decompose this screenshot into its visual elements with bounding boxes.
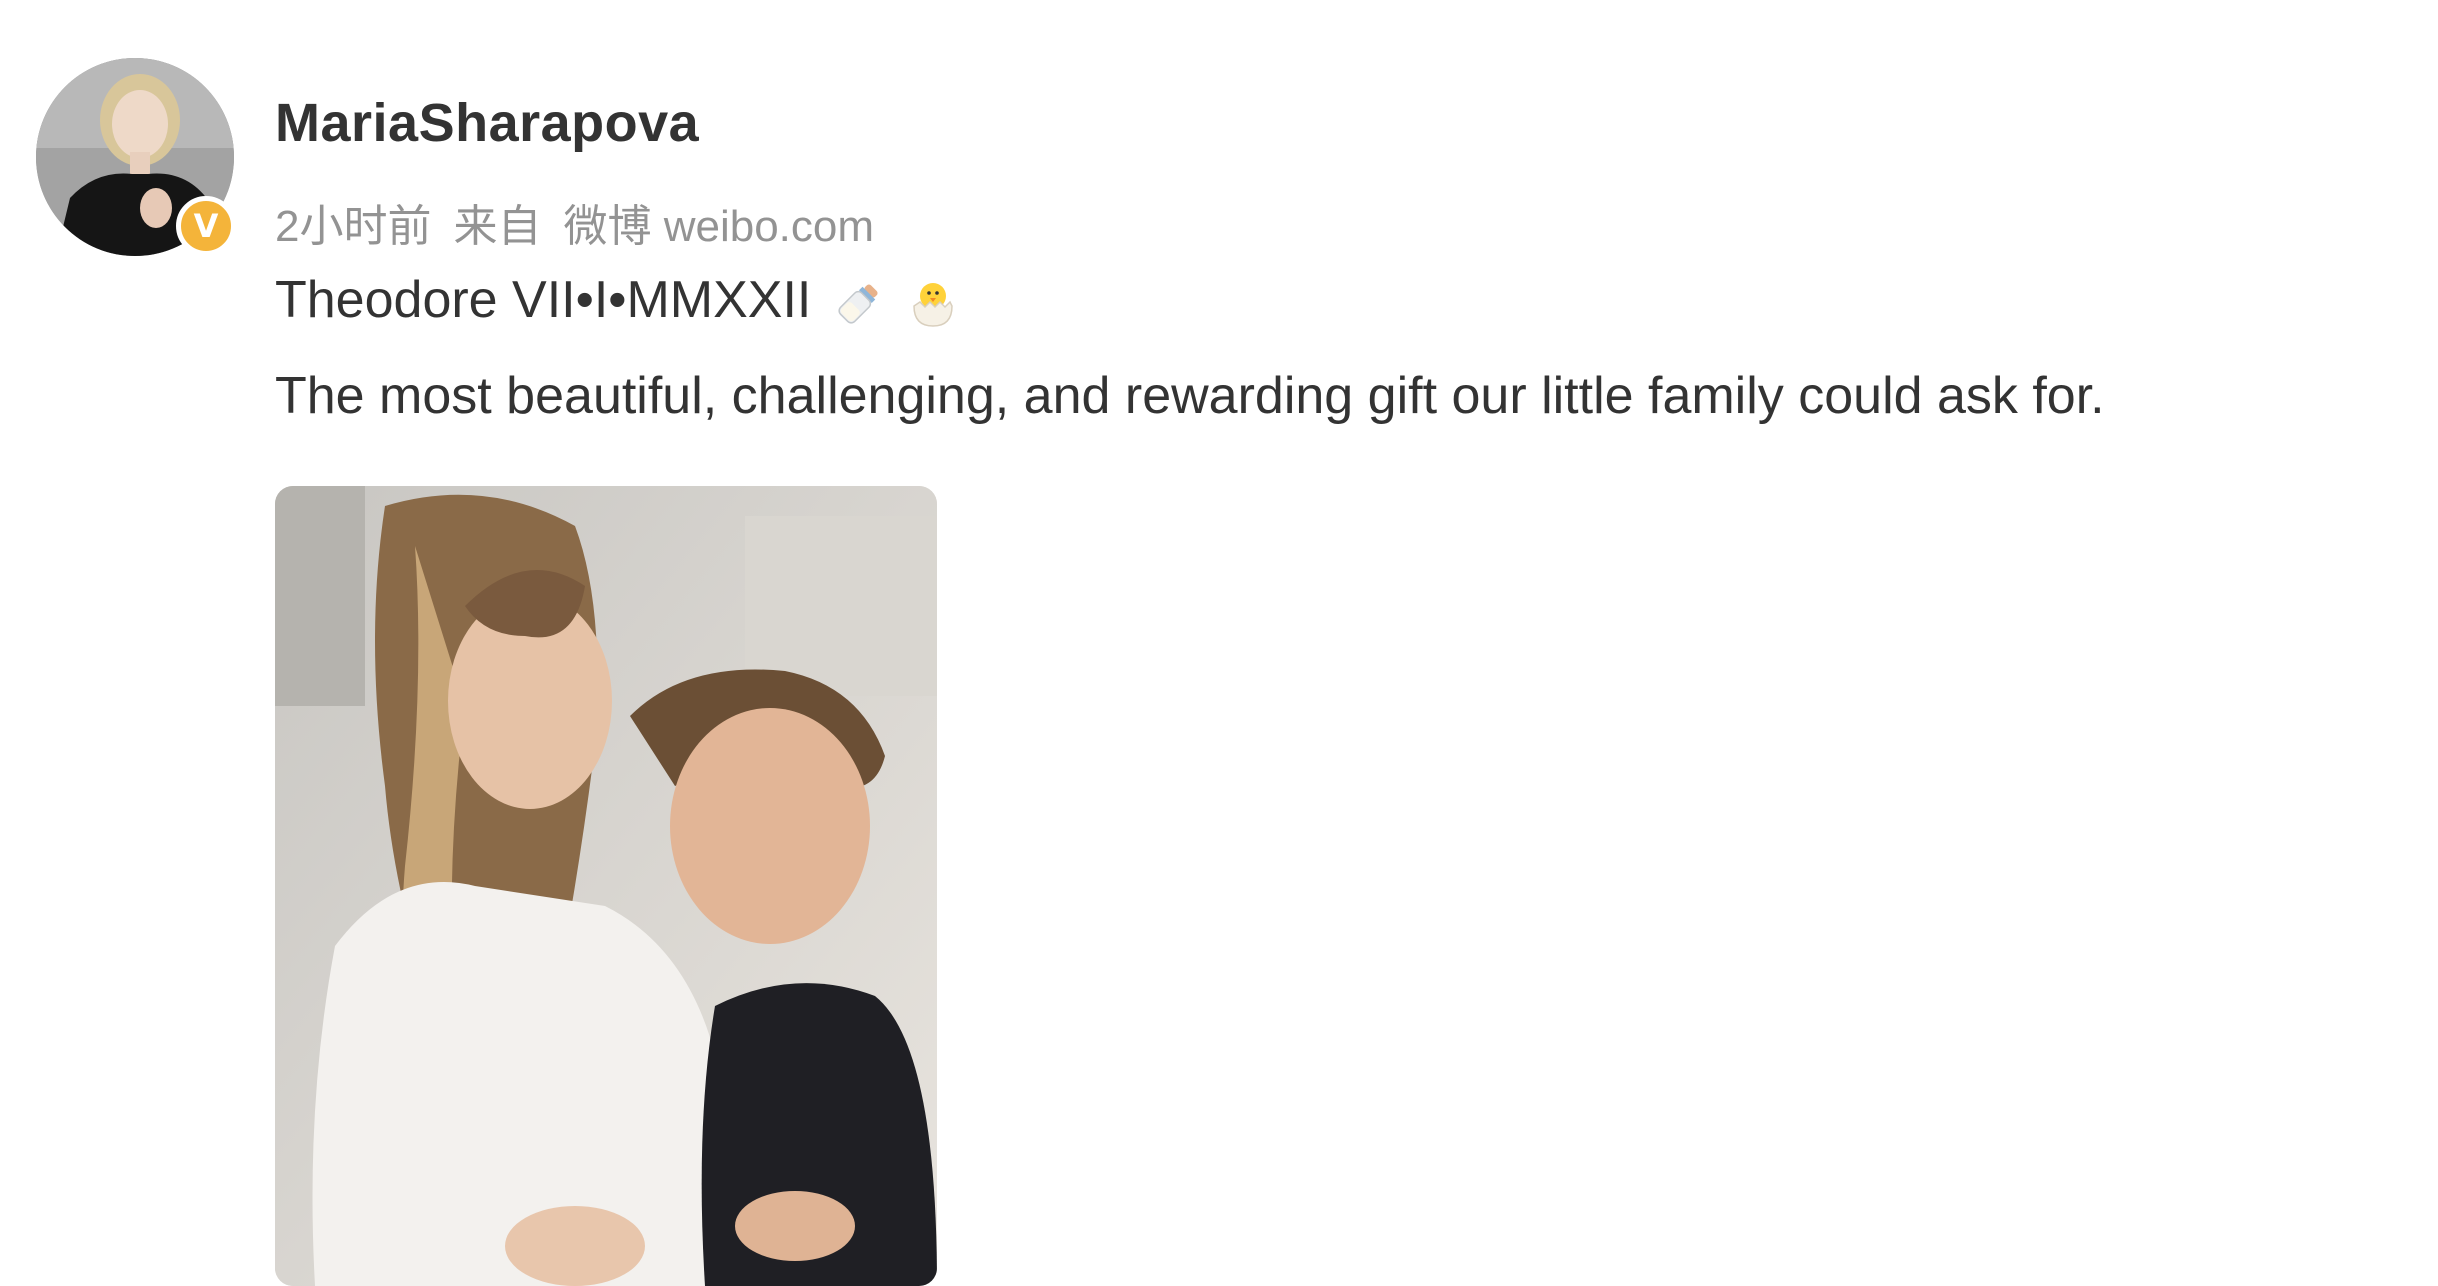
hatching-chick-icon <box>913 283 954 328</box>
username[interactable]: MariaSharapova <box>275 92 699 154</box>
source-name[interactable]: 微博 weibo.com <box>563 202 874 251</box>
avatar[interactable]: V <box>36 58 236 256</box>
baby-bottle-icon <box>838 284 878 324</box>
family-photo-icon <box>275 486 937 1286</box>
post-title-text: Theodore VII•I•MMXXII <box>275 271 812 329</box>
post-image[interactable] <box>275 486 937 1286</box>
weibo-post: V MariaSharapova 2小时前 来自 微博 weibo.com Theo… <box>0 0 2438 1286</box>
verified-icon: V <box>176 196 236 256</box>
post-text-line1: Theodore VII•I•MMXXII <box>275 270 960 330</box>
source-prefix: 来自 <box>453 202 542 251</box>
post-time[interactable]: 2小时前 <box>275 202 431 251</box>
post-meta: 2小时前 来自 微博 weibo.com <box>275 190 896 254</box>
post-text-line2: The most beautiful, challenging, and rew… <box>275 367 2105 425</box>
